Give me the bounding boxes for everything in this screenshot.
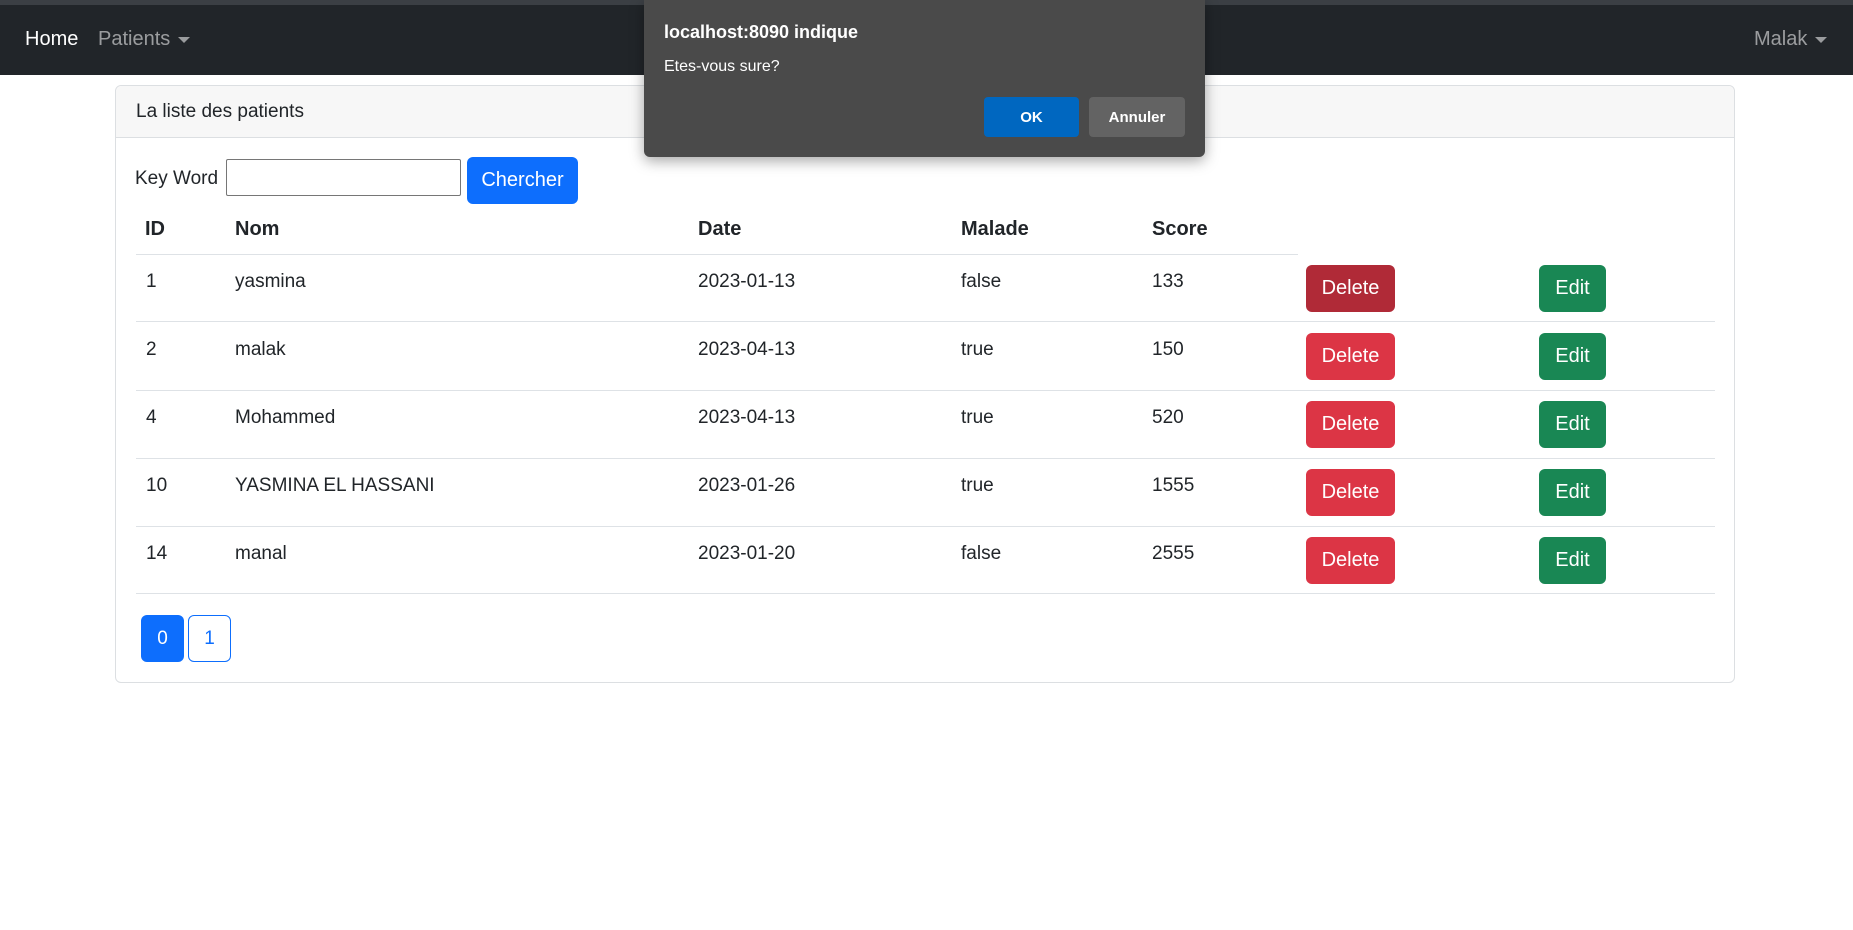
delete-button[interactable]: Delete — [1306, 469, 1395, 516]
delete-button[interactable]: Delete — [1306, 401, 1395, 448]
cell-date: 2023-04-13 — [698, 339, 796, 360]
cell-date: 2023-01-20 — [698, 543, 796, 564]
nav-user-label: Malak — [1754, 28, 1808, 50]
edit-button[interactable]: Edit — [1539, 537, 1606, 584]
header-divider — [136, 254, 1298, 255]
cell-nom: Mohammed — [235, 407, 336, 428]
page-button-1[interactable]: 1 — [188, 615, 231, 662]
confirm-dialog: localhost:8090 indique Etes-vous sure? O… — [644, 0, 1205, 157]
cell-date: 2023-04-13 — [698, 407, 796, 428]
column-header-id: ID — [145, 218, 165, 240]
page-button-0[interactable]: 0 — [141, 615, 184, 662]
cell-nom: YASMINA EL HASSANI — [235, 475, 435, 496]
column-header-nom: Nom — [235, 218, 280, 240]
row-divider — [136, 390, 1715, 391]
column-header-malade: Malade — [961, 218, 1029, 240]
nav-patients-dropdown[interactable]: Patients — [98, 28, 191, 51]
column-header-date: Date — [698, 218, 742, 240]
cell-malade: false — [961, 271, 1002, 292]
dialog-title: localhost:8090 indique — [664, 22, 859, 42]
dialog-message: Etes-vous sure? — [664, 58, 780, 75]
edit-button[interactable]: Edit — [1539, 265, 1606, 312]
cell-score: 133 — [1152, 271, 1184, 292]
cell-id: 1 — [146, 271, 157, 292]
cell-id: 14 — [146, 543, 168, 564]
chevron-down-icon — [178, 36, 191, 43]
column-header-score: Score — [1152, 218, 1208, 240]
delete-button[interactable]: Delete — [1306, 537, 1395, 584]
cell-malade: true — [961, 407, 994, 428]
edit-button[interactable]: Edit — [1539, 469, 1606, 516]
cell-nom: malak — [235, 339, 286, 360]
keyword-label: Key Word — [135, 168, 219, 189]
dialog-cancel-button[interactable]: Annuler — [1089, 97, 1185, 137]
nav-home-link[interactable]: Home — [25, 28, 78, 51]
cell-malade: true — [961, 475, 994, 496]
cell-score: 2555 — [1152, 543, 1195, 564]
card-title: La liste des patients — [136, 101, 304, 122]
cell-score: 520 — [1152, 407, 1184, 428]
cell-date: 2023-01-26 — [698, 475, 796, 496]
cell-date: 2023-01-13 — [698, 271, 796, 292]
row-divider — [136, 593, 1715, 594]
row-divider — [136, 526, 1715, 527]
cell-score: 150 — [1152, 339, 1184, 360]
cell-nom: yasmina — [235, 271, 306, 292]
cell-id: 4 — [146, 407, 157, 428]
cell-id: 10 — [146, 475, 168, 496]
delete-button[interactable]: Delete — [1306, 333, 1395, 380]
row-divider — [136, 458, 1715, 459]
cell-malade: false — [961, 543, 1002, 564]
keyword-input[interactable] — [226, 159, 461, 196]
edit-button[interactable]: Edit — [1539, 333, 1606, 380]
delete-button[interactable]: Delete — [1306, 265, 1395, 312]
nav-patients-label: Patients — [98, 28, 171, 50]
nav-user-dropdown[interactable]: Malak — [1754, 28, 1828, 51]
chevron-down-icon — [1815, 36, 1828, 43]
search-button[interactable]: Chercher — [467, 157, 578, 204]
row-divider — [136, 321, 1715, 322]
cell-score: 1555 — [1152, 475, 1195, 496]
cell-id: 2 — [146, 339, 157, 360]
edit-button[interactable]: Edit — [1539, 401, 1606, 448]
dialog-ok-button[interactable]: OK — [984, 97, 1079, 137]
cell-malade: true — [961, 339, 994, 360]
cell-nom: manal — [235, 543, 287, 564]
